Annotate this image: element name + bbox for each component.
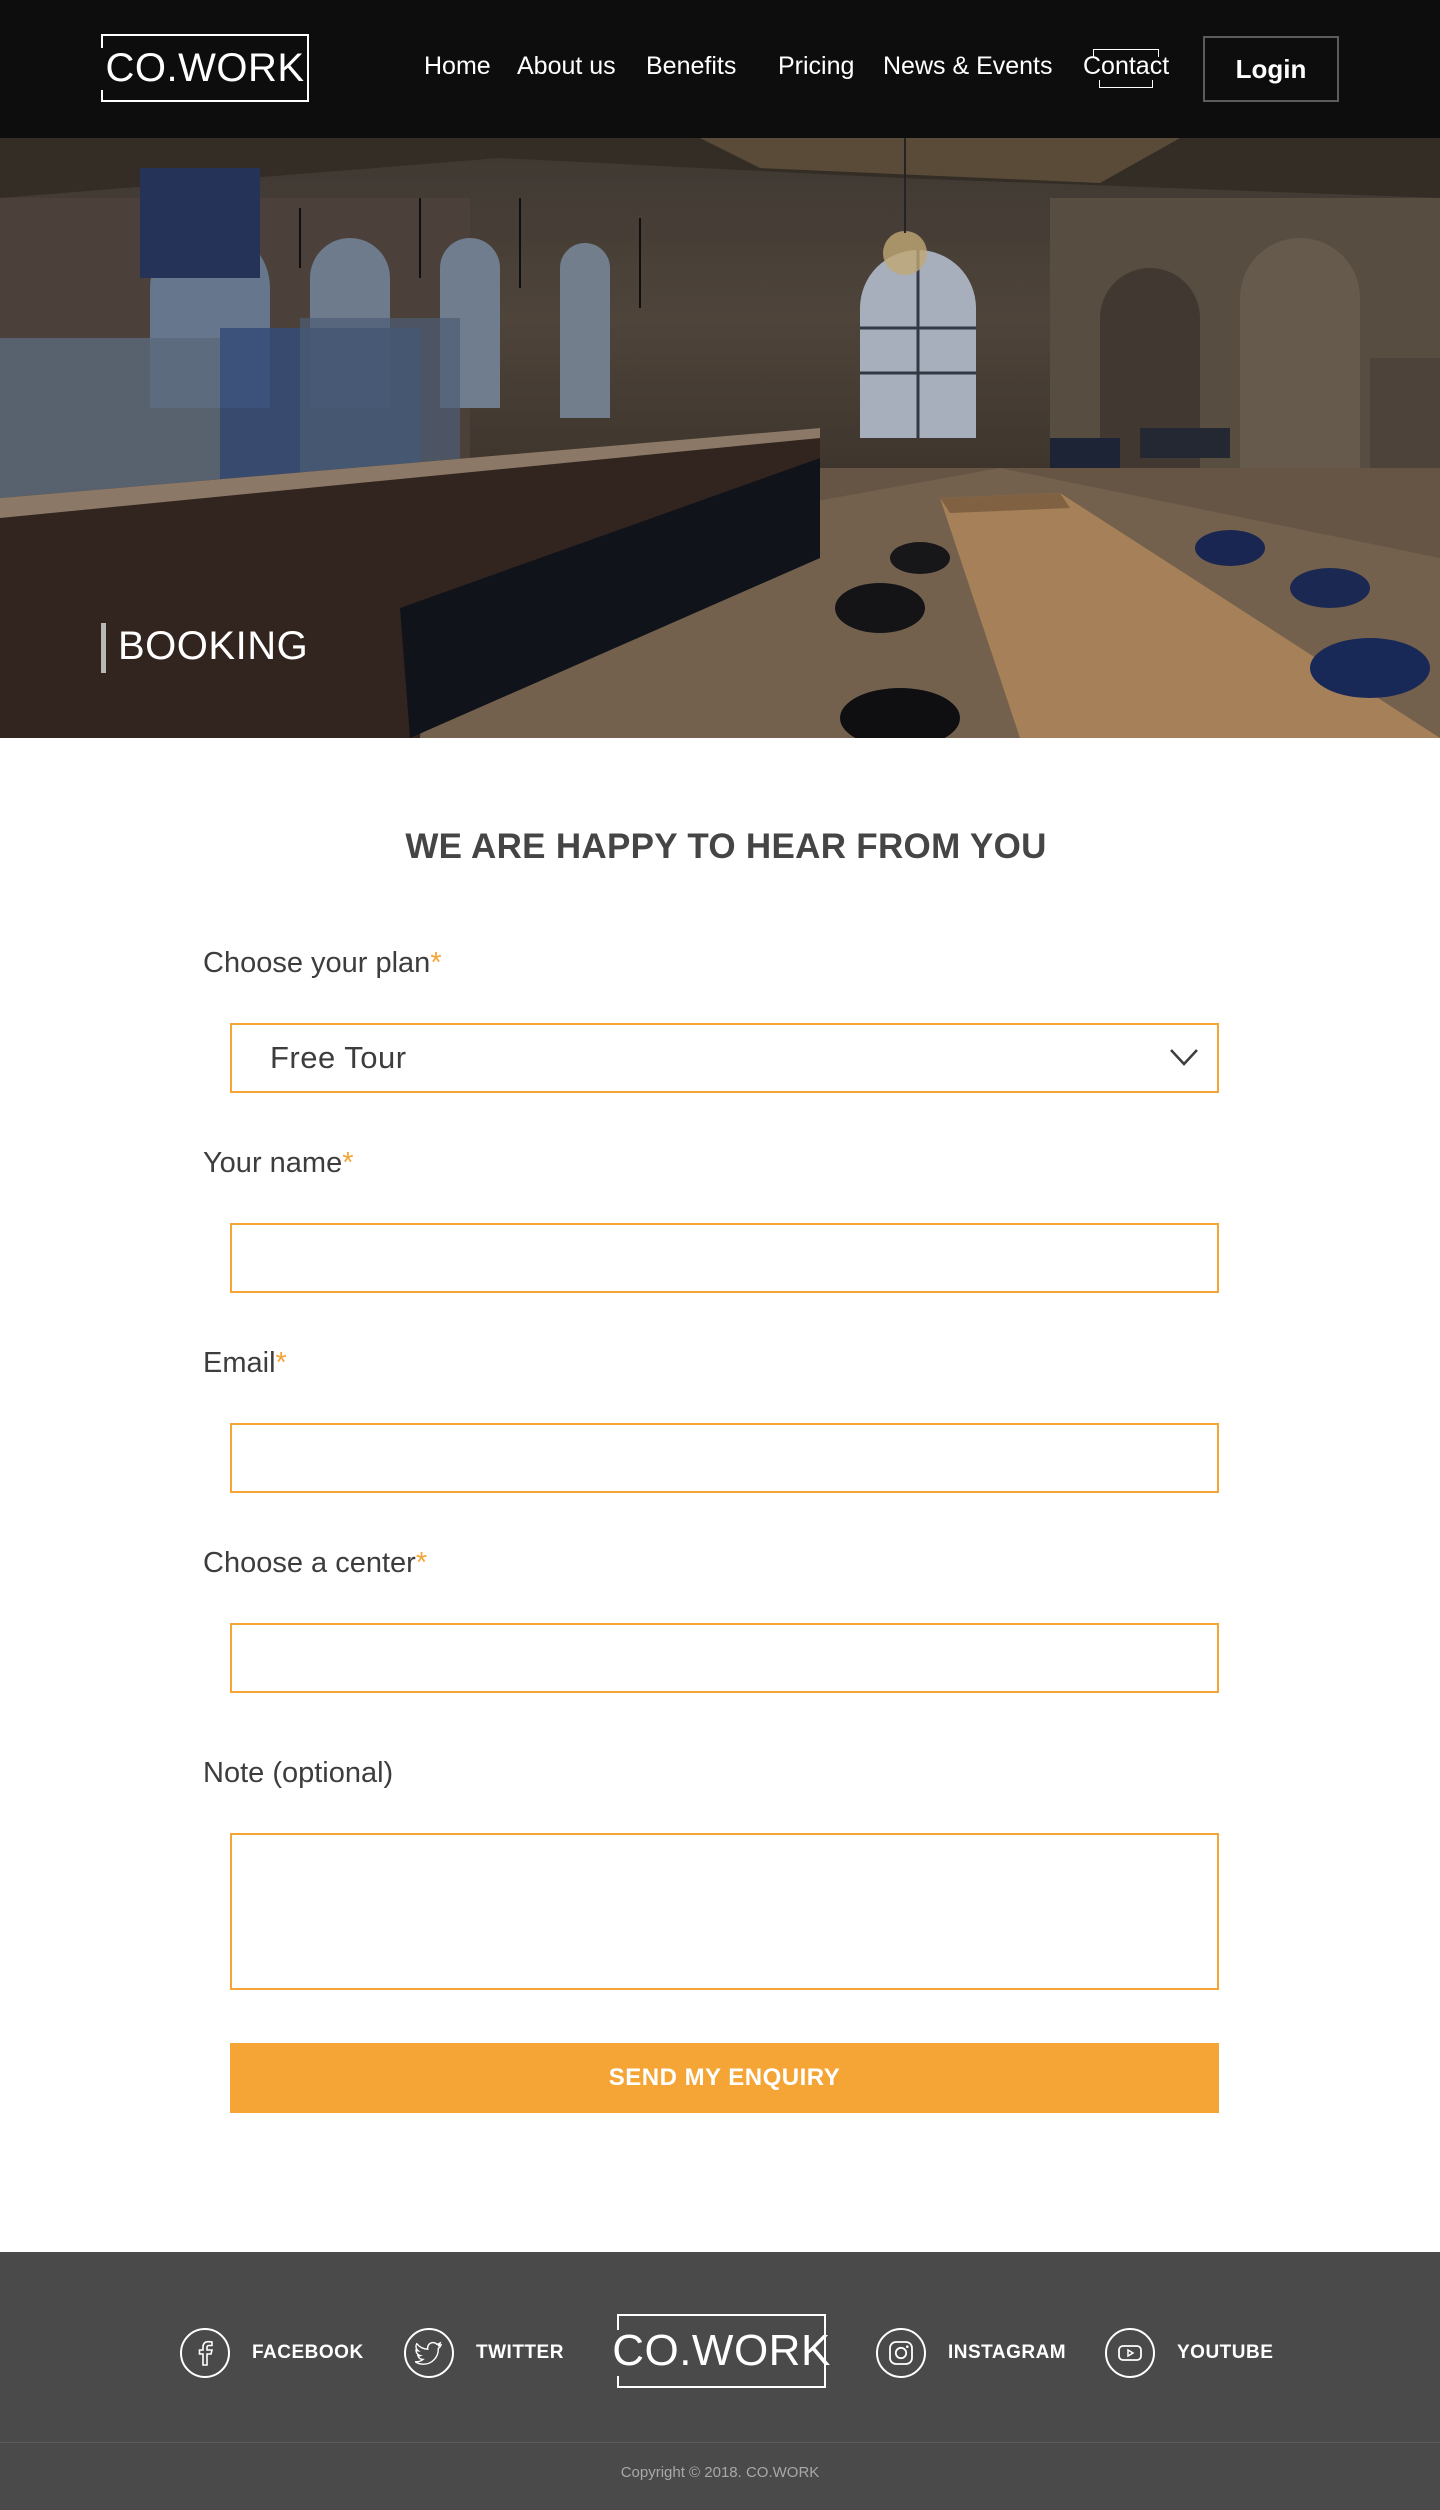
nav-news-events[interactable]: News & Events: [883, 52, 1053, 81]
social-facebook-label: FACEBOOK: [252, 2342, 364, 2363]
active-frame-left: [1093, 49, 1094, 57]
nav-pricing[interactable]: Pricing: [778, 52, 854, 81]
footer-logo-text: CO.WORK: [612, 2326, 831, 2375]
copyright-text: Copyright © 2018. CO.WORK: [620, 2464, 820, 2481]
active-frame-top: [1093, 49, 1160, 51]
hero-title-accent: [101, 623, 106, 673]
nav-contact[interactable]: Contact: [1081, 49, 1171, 88]
social-youtube-label: YOUTUBE: [1177, 2342, 1274, 2363]
social-youtube[interactable]: YOUTUBE: [1105, 2328, 1273, 2378]
social-facebook[interactable]: FACEBOOK: [180, 2328, 364, 2378]
youtube-icon: [1105, 2328, 1155, 2378]
active-frame-bottom-right: [1152, 80, 1154, 88]
name-field-wrapper: [230, 1223, 1219, 1293]
name-label: Your name*: [203, 1147, 354, 1180]
plan-label: Choose your plan*: [203, 947, 442, 980]
plan-select-value: Free Tour: [270, 1040, 407, 1075]
nav-home[interactable]: Home: [424, 52, 491, 81]
twitter-icon: [404, 2328, 454, 2378]
site-header: CO.WORK Home About us Benefits Pricing N…: [0, 0, 1440, 138]
required-mark: *: [342, 1147, 354, 1179]
social-instagram[interactable]: INSTAGRAM: [876, 2328, 1066, 2378]
email-field[interactable]: [232, 1425, 1217, 1491]
facebook-icon: [180, 2328, 230, 2378]
email-label-text: Email: [203, 1347, 276, 1379]
hero-banner: BOOKING: [0, 138, 1440, 738]
social-instagram-label: INSTAGRAM: [948, 2342, 1067, 2363]
site-logo[interactable]: CO.WORK: [100, 34, 309, 102]
active-frame-bottom-left: [1099, 80, 1100, 88]
center-label: Choose a center*: [203, 1547, 427, 1580]
name-field[interactable]: [232, 1225, 1217, 1291]
plan-label-text: Choose your plan: [203, 947, 431, 979]
note-field-wrapper: [230, 1833, 1219, 1990]
email-field-wrapper: [230, 1423, 1219, 1493]
form-heading: WE ARE HAPPY TO HEAR FROM YOU: [405, 827, 1047, 866]
name-label-text: Your name: [203, 1147, 343, 1179]
instagram-icon: [876, 2328, 926, 2378]
center-label-text: Choose a center: [203, 1547, 416, 1579]
email-label: Email*: [203, 1347, 287, 1380]
required-mark: *: [275, 1347, 287, 1379]
required-mark: *: [430, 947, 442, 979]
note-label: Note (optional): [203, 1757, 394, 1789]
chevron-down-icon: [1170, 1049, 1198, 1066]
footer-logo[interactable]: CO.WORK: [612, 2314, 831, 2388]
footer-divider: [0, 2442, 1440, 2443]
login-button[interactable]: Login: [1203, 36, 1339, 102]
plan-select[interactable]: Free Tour: [230, 1023, 1219, 1093]
active-frame-right: [1158, 49, 1160, 57]
send-enquiry-button[interactable]: SEND MY ENQUIRY: [230, 2043, 1219, 2113]
center-field[interactable]: [232, 1625, 1217, 1691]
logo-text: CO.WORK: [105, 45, 305, 90]
nav-benefits[interactable]: Benefits: [646, 52, 736, 81]
page-title: BOOKING: [118, 624, 309, 668]
center-field-wrapper: [230, 1623, 1219, 1693]
note-field[interactable]: [232, 1835, 1217, 1988]
social-twitter[interactable]: TWITTER: [404, 2328, 564, 2378]
nav-contact-label: Contact: [1083, 52, 1170, 80]
required-mark: *: [415, 1547, 428, 1579]
active-frame-bottom: [1099, 86, 1154, 88]
nav-about-us[interactable]: About us: [517, 52, 616, 81]
social-twitter-label: TWITTER: [476, 2342, 564, 2363]
